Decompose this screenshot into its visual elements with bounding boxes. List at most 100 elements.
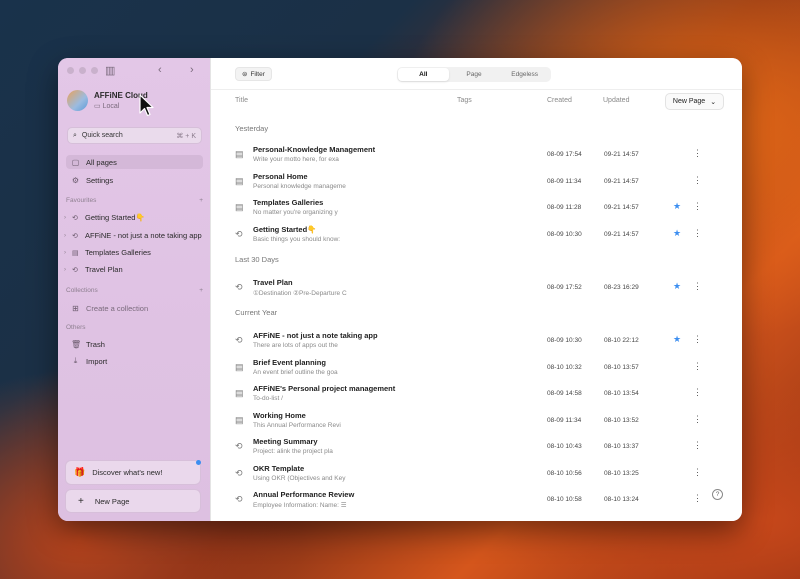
page-row[interactable]: ▤ AFFiNE's Personal project management To-… [211,380,742,406]
more-options-icon[interactable]: ⋮ [693,281,702,292]
close-window-button[interactable] [67,67,74,74]
page-row[interactable]: ⟲ AFFiNE - not just a note taking app Ther… [211,327,742,353]
created-date: 08-09 10:30 [547,230,582,238]
more-options-icon[interactable]: ⋮ [693,440,702,451]
workspace-switcher[interactable]: AFFiNE Cloud ▭ Local [67,90,148,111]
page-icon: ▤ [235,414,244,425]
back-icon[interactable]: ‹ [158,64,162,76]
tab-page[interactable]: Page [449,68,500,81]
chevron-right-icon[interactable]: › [64,250,69,256]
page-row[interactable]: ⟲ OKR Template Using OKR (Objectives and K… [211,460,742,486]
new-page-dropdown-button[interactable]: New Page ⌄ [665,93,724,110]
favourite-label: AFFiNE - not just a note taking app [85,231,202,240]
page-row[interactable]: ▤ Templates Galleries No matter you're org… [211,194,742,220]
edgeless-icon: ⟲ [235,335,243,345]
gear-icon: ⚙ [71,175,80,185]
edgeless-icon: ⟲ [235,282,243,292]
help-icon[interactable]: ? [712,489,723,500]
maximize-window-button[interactable] [91,67,98,74]
chevron-down-icon: ⌄ [710,98,717,106]
page-row[interactable]: ▤ Brief Event planning An event brief outl… [211,354,742,380]
forward-icon[interactable]: › [190,64,194,76]
page-row[interactable]: ▤ Personal Home Personal knowledge managem… [211,168,742,194]
updated-date: 09-21 14:57 [604,177,639,185]
favorite-star-icon[interactable]: ★ [673,334,681,345]
more-options-icon[interactable]: ⋮ [693,148,702,159]
discover-button[interactable]: 🎁 Discover what's new! [65,460,201,485]
more-options-icon[interactable]: ⋮ [693,414,702,425]
page-icon: ▤ [72,249,79,257]
avatar [67,90,88,111]
sidebar-item-favourite[interactable]: › ⟲ Getting Started👇 [64,211,206,224]
chevron-right-icon[interactable]: › [64,215,69,221]
sidebar-item-favourite[interactable]: › ⟲ AFFiNE - not just a note taking app [64,229,206,242]
plus-icon: + [78,495,84,507]
sidebar: ▥ ‹ › AFFiNE Cloud ▭ Local ⌕ Quick searc… [58,58,210,521]
favourite-label: Getting Started👇 [85,213,145,222]
window-controls [67,67,98,74]
chevron-right-icon[interactable]: › [64,233,69,239]
page-title: AFFiNE's Personal project management [253,384,396,393]
page-row[interactable]: ⟲ Meeting Summary Project: alink the proje… [211,433,742,459]
sidebar-item-trash[interactable]: 🗑 Trash [66,337,203,351]
edgeless-icon: ⟲ [235,494,243,504]
sidebar-item-all-pages[interactable]: ▢ All pages [66,155,203,169]
main-content: ⊜ Filter All Page Edgeless Title Tags Cr… [210,58,742,521]
page-title: Meeting Summary [253,437,318,446]
new-page-button[interactable]: + New Page [65,489,201,513]
page-row[interactable]: ⟲ Annual Performance Review Employee Infor… [211,486,742,512]
page-preview: ①Destination ②Pre-Departure C [253,290,347,297]
minimize-window-button[interactable] [79,67,86,74]
more-options-icon[interactable]: ⋮ [693,175,702,186]
page-row[interactable]: ⟲ Travel Plan ①Destination ②Pre-Departure … [211,274,742,300]
add-collection-icon[interactable]: + [199,287,203,294]
updated-date: 08-23 16:29 [604,284,639,291]
page-icon: ▤ [235,202,244,212]
page-title: AFFiNE - not just a note taking app [253,331,378,340]
page-preview: Basic things you should know: [253,235,341,243]
chevron-right-icon[interactable]: › [64,267,69,273]
page-icon: ▤ [235,388,244,398]
sidebar-item-favourite[interactable]: › ▤ Templates Galleries [64,246,206,259]
column-header-updated[interactable]: Updated [603,97,629,104]
app-window: ▥ ‹ › AFFiNE Cloud ▭ Local ⌕ Quick searc… [58,58,742,521]
sidebar-item-favourite[interactable]: › ⟲ Travel Plan [64,263,206,276]
tab-edgeless[interactable]: Edgeless [499,68,550,81]
more-options-icon[interactable]: ⋮ [693,334,702,345]
edgeless-icon: ⟲ [235,228,243,239]
page-row[interactable]: ⟲ Getting Started👇 Basic things you should… [211,221,742,247]
page-icon: ▤ [235,149,244,159]
column-header-tags[interactable]: Tags [457,97,472,104]
more-options-icon[interactable]: ⋮ [693,493,702,504]
favorite-star-icon[interactable]: ★ [673,228,681,239]
page-preview: Personal knowledge manageme [253,182,346,190]
more-options-icon[interactable]: ⋮ [693,467,702,478]
more-options-icon[interactable]: ⋮ [693,228,702,239]
quick-search[interactable]: ⌕ Quick search ⌘ + K [67,127,202,144]
filter-button[interactable]: ⊜ Filter [235,67,272,81]
more-options-icon[interactable]: ⋮ [693,387,702,398]
page-row[interactable]: ▤ Personal-Knowledge Management Write your… [211,141,742,167]
trash-icon: 🗑 [71,339,82,349]
favorite-star-icon[interactable]: ★ [673,201,681,212]
sidebar-item-label: All pages [86,157,117,167]
sidebar-toggle-icon[interactable]: ▥ [105,64,115,77]
create-collection-label: Create a collection [86,303,149,313]
updated-date: 08-10 13:37 [604,443,639,450]
favorite-star-icon[interactable]: ★ [673,281,681,292]
sidebar-item-import[interactable]: ⤓ Import [66,354,203,368]
created-date: 08-09 17:52 [547,284,582,291]
page-preview: No matter you're organizing y [253,209,338,216]
column-header-title[interactable]: Title [235,97,248,104]
create-collection-button[interactable]: ⊞ Create a collection [66,301,203,315]
created-date: 08-09 11:34 [547,416,582,424]
tab-all[interactable]: All [398,68,449,81]
more-options-icon[interactable]: ⋮ [693,201,702,212]
more-options-icon[interactable]: ⋮ [693,361,702,372]
collection-icon: ⊞ [72,303,79,313]
column-header-created[interactable]: Created [547,97,572,104]
add-favourite-icon[interactable]: + [199,197,203,204]
page-row[interactable]: ▤ Working Home This Annual Performance Rev… [211,407,742,433]
sidebar-item-settings[interactable]: ⚙ Settings [66,173,203,187]
updated-date: 08-10 13:54 [604,390,639,397]
